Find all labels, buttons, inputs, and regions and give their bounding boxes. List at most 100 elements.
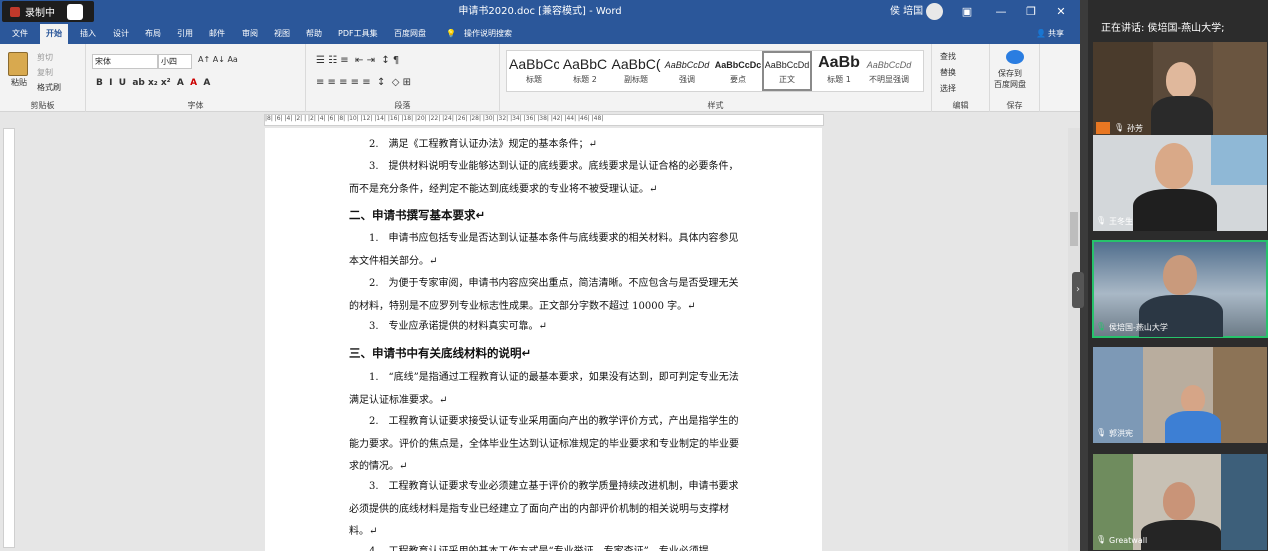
bookshelf-background [1213, 42, 1267, 138]
bookshelf-background [1213, 347, 1267, 443]
recording-label: 录制中 [25, 8, 55, 19]
paragraph-group-label: 段落 [394, 101, 411, 110]
save-to-label[interactable]: 保存到 [998, 68, 1022, 79]
tab-help[interactable]: 帮助 [306, 24, 322, 44]
title-bar: 申请书2020.doc [兼容模式] - Word 录制中 侯 培国 ▣ — ❐… [0, 0, 1080, 24]
restore-button[interactable]: ❐ [1016, 0, 1046, 24]
participant-video[interactable]: 🎙 孙芳 [1093, 42, 1267, 138]
clipboard-group-label: 剪贴板 [30, 101, 55, 110]
select-button[interactable]: 选择 [940, 83, 956, 94]
participant-body [1151, 96, 1213, 138]
replace-button[interactable]: 替换 [940, 67, 956, 78]
participant-name-bar: 🎙 郭洪宪 [1096, 426, 1133, 440]
mic-active-icon: 🎙 [1096, 321, 1107, 331]
tab-pdf-tools[interactable]: PDF工具集 [338, 24, 378, 44]
format-painter-button[interactable]: 格式刷 [37, 82, 61, 93]
horizontal-ruler[interactable]: |8| |6| |4| |2| | |2| |4| |6| |8| |10| |… [264, 114, 824, 126]
participant-face [1163, 255, 1197, 295]
participant-video[interactable]: 🎙 王冬生 [1093, 135, 1267, 231]
tab-view[interactable]: 视图 [274, 24, 290, 44]
style-preview: AaBbCcDd [764, 60, 810, 70]
vertical-scrollbar[interactable] [1068, 128, 1080, 551]
user-avatar-icon[interactable] [926, 3, 943, 20]
paragraph[interactable]: 2. 为便于专家审阅，申请书内容应突出重点，简洁清晰。不应包含与是否受理无关的材… [349, 273, 739, 318]
share-button[interactable]: 共享 [1048, 24, 1064, 44]
paragraph[interactable]: 3. 工程教育认证要求专业必须建立基于评价的教学质量持续改进机制，申请书要求必须… [349, 476, 739, 544]
tab-references[interactable]: 引用 [177, 24, 193, 44]
participant-face [1155, 143, 1193, 189]
font-name-select[interactable]: 宋体 [92, 54, 158, 69]
recording-indicator[interactable]: 录制中 [2, 1, 94, 22]
tab-design[interactable]: 设计 [113, 24, 129, 44]
participant-body [1165, 411, 1221, 443]
participant-name: 侯培国-燕山大学 [1109, 322, 1168, 332]
document-page[interactable]: 2. 满足《工程教育认证办法》规定的基本条件；↵ 3. 提供材料说明专业能够达到… [265, 128, 822, 551]
style-name: 标题 2 [573, 75, 597, 84]
baidu-netdisk-label[interactable]: 百度网盘 [994, 79, 1026, 90]
stop-recording-button[interactable] [67, 3, 83, 20]
tab-insert[interactable]: 插入 [80, 24, 96, 44]
scroll-thumb[interactable] [1070, 212, 1078, 246]
section-heading[interactable]: 二、申请书撰写基本要求↵ [349, 207, 485, 223]
participant-face [1166, 62, 1196, 98]
paragraph[interactable]: 1. “底线”是指通过工程教育认证的最基本要求，如果没有达到，即可判定专业无法满… [349, 367, 739, 412]
style-normal[interactable]: AaBbCcDd 正文 [762, 51, 812, 91]
mic-muted-icon: 🎙 [1096, 427, 1107, 437]
style-strong[interactable]: AaBbCcDc 要点 [713, 51, 763, 91]
participant-video[interactable]: 🎙 Greatwall [1093, 454, 1267, 550]
align-buttons[interactable]: ≡ ≡ ≡ ≡ ≡ ↕ ◇ ⊞ [316, 77, 411, 88]
tell-me-search[interactable]: 操作说明搜索 [464, 24, 512, 44]
style-title[interactable]: AaBbCcl 标题 [509, 51, 559, 91]
style-name: 强调 [679, 75, 695, 84]
tab-file[interactable]: 文件 [12, 24, 28, 44]
find-button[interactable]: 查找 [940, 51, 956, 62]
list-buttons[interactable]: ☰ ☷ ≡ ⇤ ⇥ ↕ ¶ [316, 55, 399, 66]
font-size-select[interactable]: 小四 [158, 54, 192, 69]
grow-font-icon[interactable]: A↑ A↓ Aa [198, 55, 238, 64]
paste-icon[interactable] [8, 52, 28, 76]
cut-button[interactable]: 剪切 [37, 52, 53, 63]
meeting-panel: 正在讲话: 侯培国-燕山大学; 🎙 孙芳 🎙 王冬生 🎙 侯培国-燕山大学 🎙 郭洪宪 … [1088, 0, 1268, 551]
style-emphasis[interactable]: AaBbCcDd 强调 [662, 51, 712, 91]
style-heading-2[interactable]: AaBbC 标题 2 [560, 51, 610, 91]
cloud-icon[interactable] [1006, 50, 1024, 64]
styles-gallery: AaBbCcl 标题 AaBbC 标题 2 AaBbC(副标题 AaBbCcDd 强调… [506, 50, 924, 92]
paste-button[interactable]: 粘贴 [11, 77, 27, 88]
editing-group-label: 编辑 [952, 101, 969, 110]
paragraph[interactable]: 1. 申请书应包括专业是否达到认证基本条件与底线要求的相关材料。具体内容参见本文… [349, 228, 739, 273]
style-heading-1[interactable]: AaBb 标题 1 [814, 51, 864, 91]
style-subtle-emphasis[interactable]: AaBbCcDd 不明显强调 [863, 51, 915, 91]
tab-review[interactable]: 审阅 [242, 24, 258, 44]
tab-mailings[interactable]: 邮件 [209, 24, 225, 44]
tab-baidu-netdisk[interactable]: 百度网盘 [394, 24, 426, 44]
participant-video-active-speaker[interactable]: 🎙 侯培国-燕山大学 [1092, 240, 1268, 338]
ribbon-display-options-icon[interactable]: ▣ [952, 0, 982, 24]
participant-body [1133, 189, 1217, 231]
mic-icon: 🎙 [1096, 215, 1107, 225]
tab-home[interactable]: 开始 [40, 24, 68, 44]
vertical-ruler[interactable] [3, 128, 15, 548]
tab-layout[interactable]: 布局 [145, 24, 161, 44]
participant-name-bar: 🎙 侯培国-燕山大学 [1096, 320, 1168, 334]
paragraph[interactable]: 3. 专业应承诺提供的材料真实可靠。↵ [349, 316, 739, 339]
font-format-buttons[interactable]: B I U ab x₂ x² A A A [96, 78, 210, 88]
participant-name: Greatwall [1109, 535, 1148, 545]
collapse-panel-button[interactable]: › [1072, 272, 1084, 308]
section-heading[interactable]: 三、申请书中有关底线材料的说明↵ [349, 345, 531, 361]
copy-button[interactable]: 复制 [37, 67, 53, 78]
participant-video[interactable]: 🎙 郭洪宪 [1093, 347, 1267, 443]
paragraph[interactable]: 3. 提供材料说明专业能够达到认证的底线要求。底线要求是认证合格的必要条件，而不… [349, 156, 739, 201]
user-name[interactable]: 侯 培国 [890, 0, 923, 24]
lightbulb-icon: 💡 [446, 29, 456, 38]
mic-icon: 🎙 [1114, 122, 1125, 132]
save-group-label: 保存 [1006, 101, 1023, 110]
style-preview: AaBbCcDc [714, 60, 762, 70]
paragraph[interactable]: 2. 满足《工程教育认证办法》规定的基本条件；↵ [349, 134, 739, 157]
paragraph[interactable]: 4. 工程教育认证采用的基本工作方式是“专业举证，专家查证”，专业必须提 [349, 541, 739, 551]
close-button[interactable]: ✕ [1046, 0, 1076, 24]
paragraph[interactable]: 2. 工程教育认证要求接受认证专业采用面向产出的教学评价方式，产出是指学生的能力… [349, 411, 739, 479]
style-name: 正文 [779, 75, 795, 84]
style-subtitle[interactable]: AaBbC(副标题 [611, 51, 661, 91]
minimize-button[interactable]: — [986, 0, 1016, 24]
participant-face [1163, 482, 1195, 520]
